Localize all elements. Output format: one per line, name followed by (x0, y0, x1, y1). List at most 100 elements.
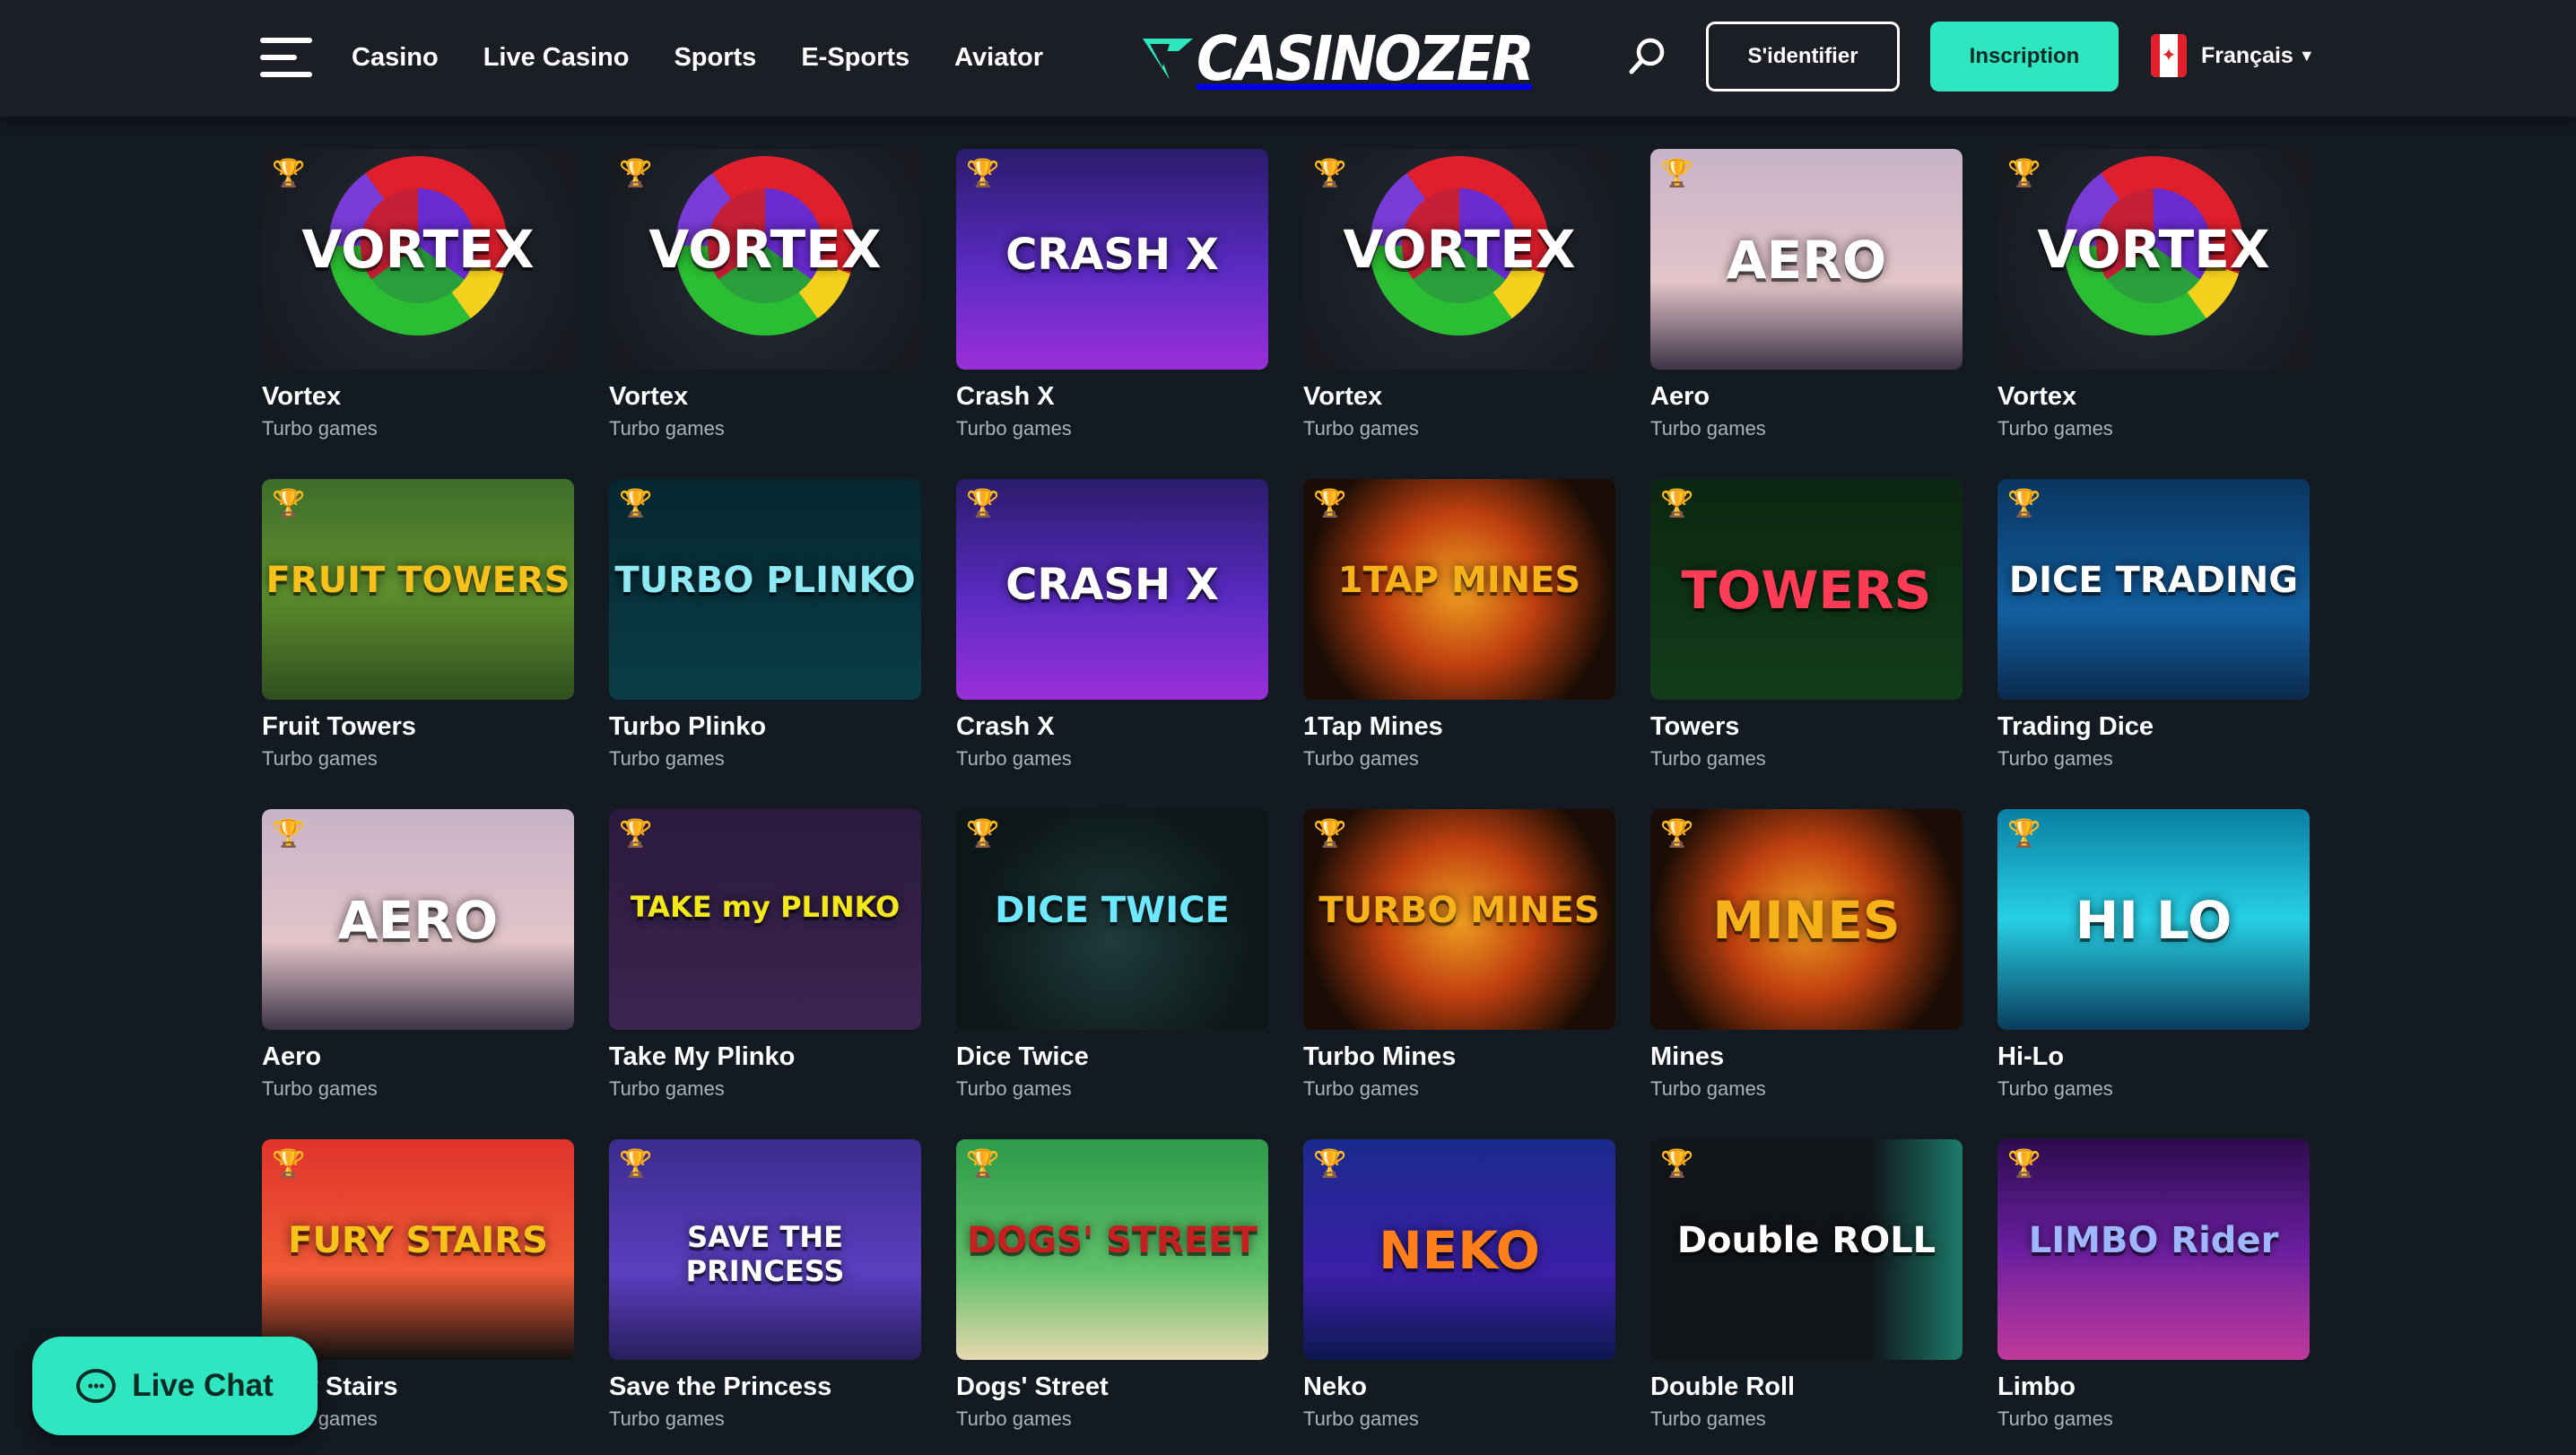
live-chat-button[interactable]: ••• Live Chat (32, 1337, 318, 1435)
trophy-icon: 🏆 (1660, 819, 1694, 849)
game-title[interactable]: Vortex (262, 382, 574, 412)
nav-live-casino[interactable]: Live Casino (483, 34, 630, 81)
game-card[interactable]: MINES 🏆 Mines Turbo games (1650, 809, 1962, 1102)
game-title[interactable]: Mines (1650, 1042, 1962, 1072)
game-art-title: VORTEX (1343, 219, 1576, 280)
game-card[interactable]: TURBO PLINKO 🏆 Turbo Plinko Turbo games (609, 479, 921, 771)
game-thumbnail[interactable]: 1TAP MINES 🏆 (1303, 479, 1615, 700)
trophy-icon: 🏆 (966, 489, 1000, 518)
game-title[interactable]: 1Tap Mines (1303, 712, 1615, 742)
game-thumbnail[interactable]: TAKE my PLINKO 🏆 (609, 809, 921, 1030)
nav-sports[interactable]: Sports (674, 34, 756, 81)
game-title[interactable]: Dogs' Street (956, 1372, 1268, 1402)
game-category: Turbo games (1997, 1077, 2113, 1100)
trophy-icon: 🏆 (2007, 159, 2041, 188)
game-card[interactable]: SAVE THE PRINCESS 🏆 Save the Princess Turbo… (609, 1139, 921, 1432)
chevron-down-icon: ▼ (2298, 46, 2315, 65)
game-card[interactable]: VORTEX 🏆 Vortex Turbo games (1303, 149, 1615, 441)
game-thumbnail[interactable]: DICE TRADING 🏆 (1997, 479, 2310, 700)
login-button[interactable]: S'identifier (1706, 22, 1900, 91)
game-category: Turbo games (609, 1407, 725, 1430)
game-title[interactable]: Neko (1303, 1372, 1615, 1402)
game-thumbnail[interactable]: AERO 🏆 (262, 809, 574, 1030)
game-card[interactable]: TURBO MINES 🏆 Turbo Mines Turbo games (1303, 809, 1615, 1102)
game-thumbnail[interactable]: VORTEX 🏆 (609, 149, 921, 370)
game-card[interactable]: VORTEX 🏆 Vortex Turbo games (262, 149, 574, 441)
nav-aviator[interactable]: Aviator (954, 34, 1043, 81)
game-card[interactable]: DICE TWICE 🏆 Dice Twice Turbo games (956, 809, 1268, 1102)
game-card[interactable]: NEKO 🏆 Neko Turbo games (1303, 1139, 1615, 1432)
game-title[interactable]: Limbo (1997, 1372, 2310, 1402)
game-title[interactable]: Double Roll (1650, 1372, 1962, 1402)
trophy-icon: 🏆 (966, 819, 1000, 849)
game-thumbnail[interactable]: TURBO MINES 🏆 (1303, 809, 1615, 1030)
game-grid: VORTEX 🏆 Vortex Turbo games VORTEX 🏆 Vortex Tur… (262, 149, 2310, 1432)
game-title[interactable]: Save the Princess (609, 1372, 921, 1402)
game-title[interactable]: Aero (262, 1042, 574, 1072)
game-title[interactable]: Trading Dice (1997, 712, 2310, 742)
game-card[interactable]: AERO 🏆 Aero Turbo games (1650, 149, 1962, 441)
game-thumbnail[interactable]: CRASH X 🏆 (956, 479, 1268, 700)
game-thumbnail[interactable]: TOWERS 🏆 (1650, 479, 1962, 700)
game-card[interactable]: LIMBO Rider 🏆 Limbo Turbo games (1997, 1139, 2310, 1432)
game-card[interactable]: Double ROLL 🏆 Double Roll Turbo games (1650, 1139, 1962, 1432)
site-logo[interactable]: CASINOZER (1143, 22, 1535, 94)
game-card[interactable]: DOGS' STREET 🏆 Dogs' Street Turbo games (956, 1139, 1268, 1432)
game-title[interactable]: Dice Twice (956, 1042, 1268, 1072)
trophy-icon: 🏆 (1313, 489, 1347, 518)
game-art-title: AERO (337, 890, 499, 951)
game-title[interactable]: Take My Plinko (609, 1042, 921, 1072)
game-thumbnail[interactable]: AERO 🏆 (1650, 149, 1962, 370)
game-card[interactable]: DICE TRADING 🏆 Trading Dice Turbo games (1997, 479, 2310, 771)
game-title[interactable]: Hi-Lo (1997, 1042, 2310, 1072)
signup-button[interactable]: Inscription (1930, 22, 2119, 91)
game-card[interactable]: 1TAP MINES 🏆 1Tap Mines Turbo games (1303, 479, 1615, 771)
game-thumbnail[interactable]: Double ROLL 🏆 (1650, 1139, 1962, 1360)
game-card[interactable]: VORTEX 🏆 Vortex Turbo games (609, 149, 921, 441)
nav-casino[interactable]: Casino (352, 34, 439, 81)
game-card[interactable]: HI LO 🏆 Hi-Lo Turbo games (1997, 809, 2310, 1102)
game-thumbnail[interactable]: MINES 🏆 (1650, 809, 1962, 1030)
menu-icon[interactable] (260, 38, 312, 77)
game-card[interactable]: VORTEX 🏆 Vortex Turbo games (1997, 149, 2310, 441)
game-thumbnail[interactable]: FURY STAIRS 🏆 (262, 1139, 574, 1360)
game-card[interactable]: TOWERS 🏆 Towers Turbo games (1650, 479, 1962, 771)
game-thumbnail[interactable]: NEKO 🏆 (1303, 1139, 1615, 1360)
game-card[interactable]: AERO 🏆 Aero Turbo games (262, 809, 574, 1102)
game-thumbnail[interactable]: DOGS' STREET 🏆 (956, 1139, 1268, 1360)
game-title[interactable]: Crash X (956, 712, 1268, 742)
game-title[interactable]: Vortex (1997, 382, 2310, 412)
game-title[interactable]: Crash X (956, 382, 1268, 412)
game-thumbnail[interactable]: SAVE THE PRINCESS 🏆 (609, 1139, 921, 1360)
game-title[interactable]: Turbo Mines (1303, 1042, 1615, 1072)
language-selector[interactable]: ✦ Français ▼ (2151, 34, 2315, 77)
game-card[interactable]: TAKE my PLINKO 🏆 Take My Plinko Turbo games (609, 809, 921, 1102)
nav-esports[interactable]: E-Sports (801, 34, 909, 81)
game-title[interactable]: Aero (1650, 382, 1962, 412)
chat-bubble-icon: ••• (76, 1369, 117, 1403)
game-thumbnail[interactable]: HI LO 🏆 (1997, 809, 2310, 1030)
game-title[interactable]: Towers (1650, 712, 1962, 742)
live-chat-label: Live Chat (132, 1368, 274, 1403)
game-thumbnail[interactable]: TURBO PLINKO 🏆 (609, 479, 921, 700)
game-title[interactable]: Fruit Towers (262, 712, 574, 742)
game-thumbnail[interactable]: CRASH X 🏆 (956, 149, 1268, 370)
game-category: Turbo games (262, 747, 378, 770)
game-card[interactable]: CRASH X 🏆 Crash X Turbo games (956, 479, 1268, 771)
game-title[interactable]: Turbo Plinko (609, 712, 921, 742)
game-art-title: LIMBO Rider (2028, 1220, 2279, 1261)
game-card[interactable]: CRASH X 🏆 Crash X Turbo games (956, 149, 1268, 441)
game-art-title: Double ROLL (1676, 1220, 1936, 1261)
game-title[interactable]: Vortex (609, 382, 921, 412)
game-thumbnail[interactable]: DICE TWICE 🏆 (956, 809, 1268, 1030)
game-card[interactable]: FRUIT TOWERS 🏆 Fruit Towers Turbo games (262, 479, 574, 771)
game-thumbnail[interactable]: VORTEX 🏆 (1997, 149, 2310, 370)
game-art-title: VORTEX (648, 219, 882, 280)
game-thumbnail[interactable]: VORTEX 🏆 (262, 149, 574, 370)
game-category: Turbo games (1650, 1077, 1766, 1100)
game-thumbnail[interactable]: VORTEX 🏆 (1303, 149, 1615, 370)
game-thumbnail[interactable]: LIMBO Rider 🏆 (1997, 1139, 2310, 1360)
search-icon[interactable] (1625, 34, 1670, 79)
game-thumbnail[interactable]: FRUIT TOWERS 🏆 (262, 479, 574, 700)
game-title[interactable]: Vortex (1303, 382, 1615, 412)
